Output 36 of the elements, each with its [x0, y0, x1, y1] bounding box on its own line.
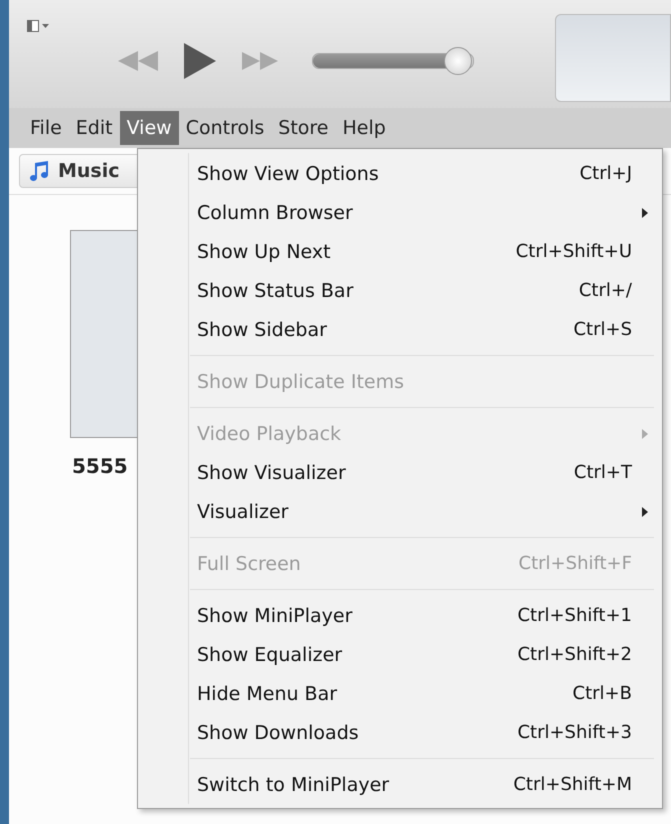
shortcut-label: Ctrl+B — [572, 683, 632, 704]
menu-item[interactable]: Switch to MiniPlayer — [197, 774, 390, 796]
shortcut-label: Ctrl+Shift+F — [518, 553, 632, 574]
shortcut-label: Ctrl+/ — [578, 280, 632, 301]
menu-item: Full Screen — [197, 552, 301, 574]
menu-bar-item[interactable]: View — [120, 111, 179, 145]
menu-bar-item[interactable]: Edit — [68, 111, 120, 145]
shortcut-label: Ctrl+S — [573, 319, 632, 340]
menu-item[interactable]: Show Status Bar — [197, 280, 354, 302]
menu-item[interactable]: Column Browser — [197, 202, 353, 224]
menu-bar-item[interactable]: File — [23, 111, 69, 145]
shortcut-label: Ctrl+Shift+3 — [517, 722, 632, 743]
menu-item[interactable]: Show View Options — [197, 162, 379, 184]
menu-bar-item[interactable]: Help — [336, 111, 393, 145]
menu-item[interactable]: Show Sidebar — [197, 318, 327, 340]
album-title: 5555 — [72, 454, 128, 478]
shortcut-label: Ctrl+T — [574, 462, 632, 483]
menu-bar-item[interactable]: Store — [271, 111, 336, 145]
shortcut-label: Ctrl+J — [580, 163, 632, 184]
shortcut-label: Ctrl+Shift+M — [513, 774, 632, 795]
menu-item[interactable]: Show Visualizer — [197, 462, 346, 484]
music-note-icon — [30, 160, 50, 182]
play-icon[interactable] — [182, 41, 218, 81]
menu-item: Show Duplicate Items — [197, 370, 404, 392]
menu-item[interactable]: Show Equalizer — [197, 644, 342, 666]
shortcut-label: Ctrl+Shift+1 — [517, 605, 632, 626]
menu-item: Video Playback — [197, 422, 342, 444]
menu-item[interactable]: Show Up Next — [197, 240, 331, 262]
shortcut-label: Ctrl+Shift+U — [516, 241, 632, 262]
sidebar-toggle-icon[interactable] — [27, 20, 51, 32]
menu-bar-item[interactable]: Controls — [178, 111, 272, 145]
shortcut-label: Ctrl+Shift+2 — [517, 644, 632, 665]
menu-item[interactable]: Show MiniPlayer — [197, 604, 352, 626]
menu-item[interactable]: Show Downloads — [197, 722, 359, 744]
menu-item[interactable]: Hide Menu Bar — [197, 682, 338, 704]
menu-item[interactable]: Visualizer — [197, 500, 288, 522]
